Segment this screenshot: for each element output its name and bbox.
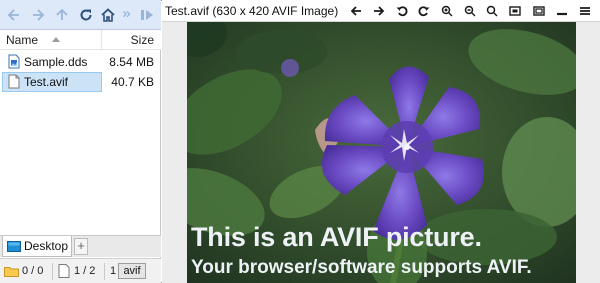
rotate-right-icon[interactable] bbox=[416, 3, 432, 19]
file-size: 40.7 KB bbox=[111, 75, 154, 89]
folder-tabs: Desktop + bbox=[0, 235, 161, 257]
caption-line-2: Your browser/software supports AVIF. bbox=[191, 257, 532, 278]
file-count: 1 / 2 bbox=[74, 265, 96, 277]
tab-desktop[interactable]: Desktop bbox=[2, 236, 72, 257]
file-name: Test.avif bbox=[24, 75, 69, 89]
file-row-sample-dds[interactable]: Sample.dds 8.54 MB bbox=[2, 52, 154, 72]
rotate-left-icon[interactable] bbox=[394, 3, 410, 19]
avif-photo: This is an AVIF picture. Your browser/so… bbox=[187, 22, 576, 283]
selected-count: 1 bbox=[110, 265, 117, 277]
status-separator bbox=[104, 263, 105, 280]
file-list: Sample.dds 8.54 MB Test.avif 40.7 KB bbox=[2, 52, 159, 92]
viewer-title: Test.avif (630 x 420 AVIF Image) bbox=[165, 4, 339, 18]
file-size: 8.54 MB bbox=[109, 55, 154, 69]
column-name-header[interactable]: Name bbox=[6, 33, 38, 47]
column-header: Name Size bbox=[0, 30, 161, 50]
folder-count: 0 / 0 bbox=[22, 265, 44, 277]
home-icon[interactable] bbox=[98, 4, 118, 25]
navigation-toolbar bbox=[0, 0, 161, 30]
prev-icon[interactable] bbox=[348, 3, 364, 19]
folder-icon bbox=[4, 267, 19, 277]
image-canvas[interactable]: This is an AVIF picture. Your browser/so… bbox=[162, 22, 600, 283]
image-file-icon bbox=[8, 74, 20, 89]
image-viewer-pane: Test.avif (630 x 420 AVIF Image) This is… bbox=[162, 0, 600, 283]
document-icon bbox=[8, 54, 20, 69]
menu-icon[interactable] bbox=[577, 3, 593, 19]
actual-size-icon[interactable] bbox=[531, 3, 547, 19]
sort-ascending-icon bbox=[52, 37, 60, 42]
tab-label: Desktop bbox=[24, 239, 69, 253]
extension-badge[interactable]: avif bbox=[118, 263, 146, 279]
file-count-icon bbox=[58, 264, 70, 278]
status-bar: 0 / 0 1 / 2 1 avif bbox=[0, 258, 161, 283]
refresh-icon[interactable] bbox=[76, 4, 96, 25]
column-separator[interactable] bbox=[101, 30, 102, 49]
minimize-icon[interactable] bbox=[554, 3, 570, 19]
play-icon[interactable] bbox=[138, 4, 156, 25]
desktop-icon bbox=[7, 241, 21, 252]
zoom-out-icon[interactable] bbox=[462, 3, 478, 19]
file-name: Sample.dds bbox=[24, 55, 88, 69]
caption-line-1: This is an AVIF picture. bbox=[191, 222, 482, 252]
file-row-test-avif[interactable]: Test.avif 40.7 KB bbox=[2, 72, 154, 92]
back-icon[interactable] bbox=[4, 4, 24, 25]
zoom-reset-icon[interactable] bbox=[484, 3, 500, 19]
zoom-in-icon[interactable] bbox=[439, 3, 455, 19]
up-icon[interactable] bbox=[52, 4, 72, 25]
more-icon[interactable] bbox=[120, 4, 134, 25]
status-separator bbox=[52, 263, 53, 280]
column-size-header[interactable]: Size bbox=[131, 33, 154, 47]
next-icon[interactable] bbox=[371, 3, 387, 19]
viewer-toolbar: Test.avif (630 x 420 AVIF Image) bbox=[162, 0, 600, 22]
forward-icon[interactable] bbox=[28, 4, 48, 25]
fit-icon[interactable] bbox=[507, 3, 523, 19]
add-tab-button[interactable]: + bbox=[74, 238, 88, 255]
file-browser-pane: Name Size Sample.dds 8.54 MB Test.avif 4… bbox=[0, 0, 161, 283]
